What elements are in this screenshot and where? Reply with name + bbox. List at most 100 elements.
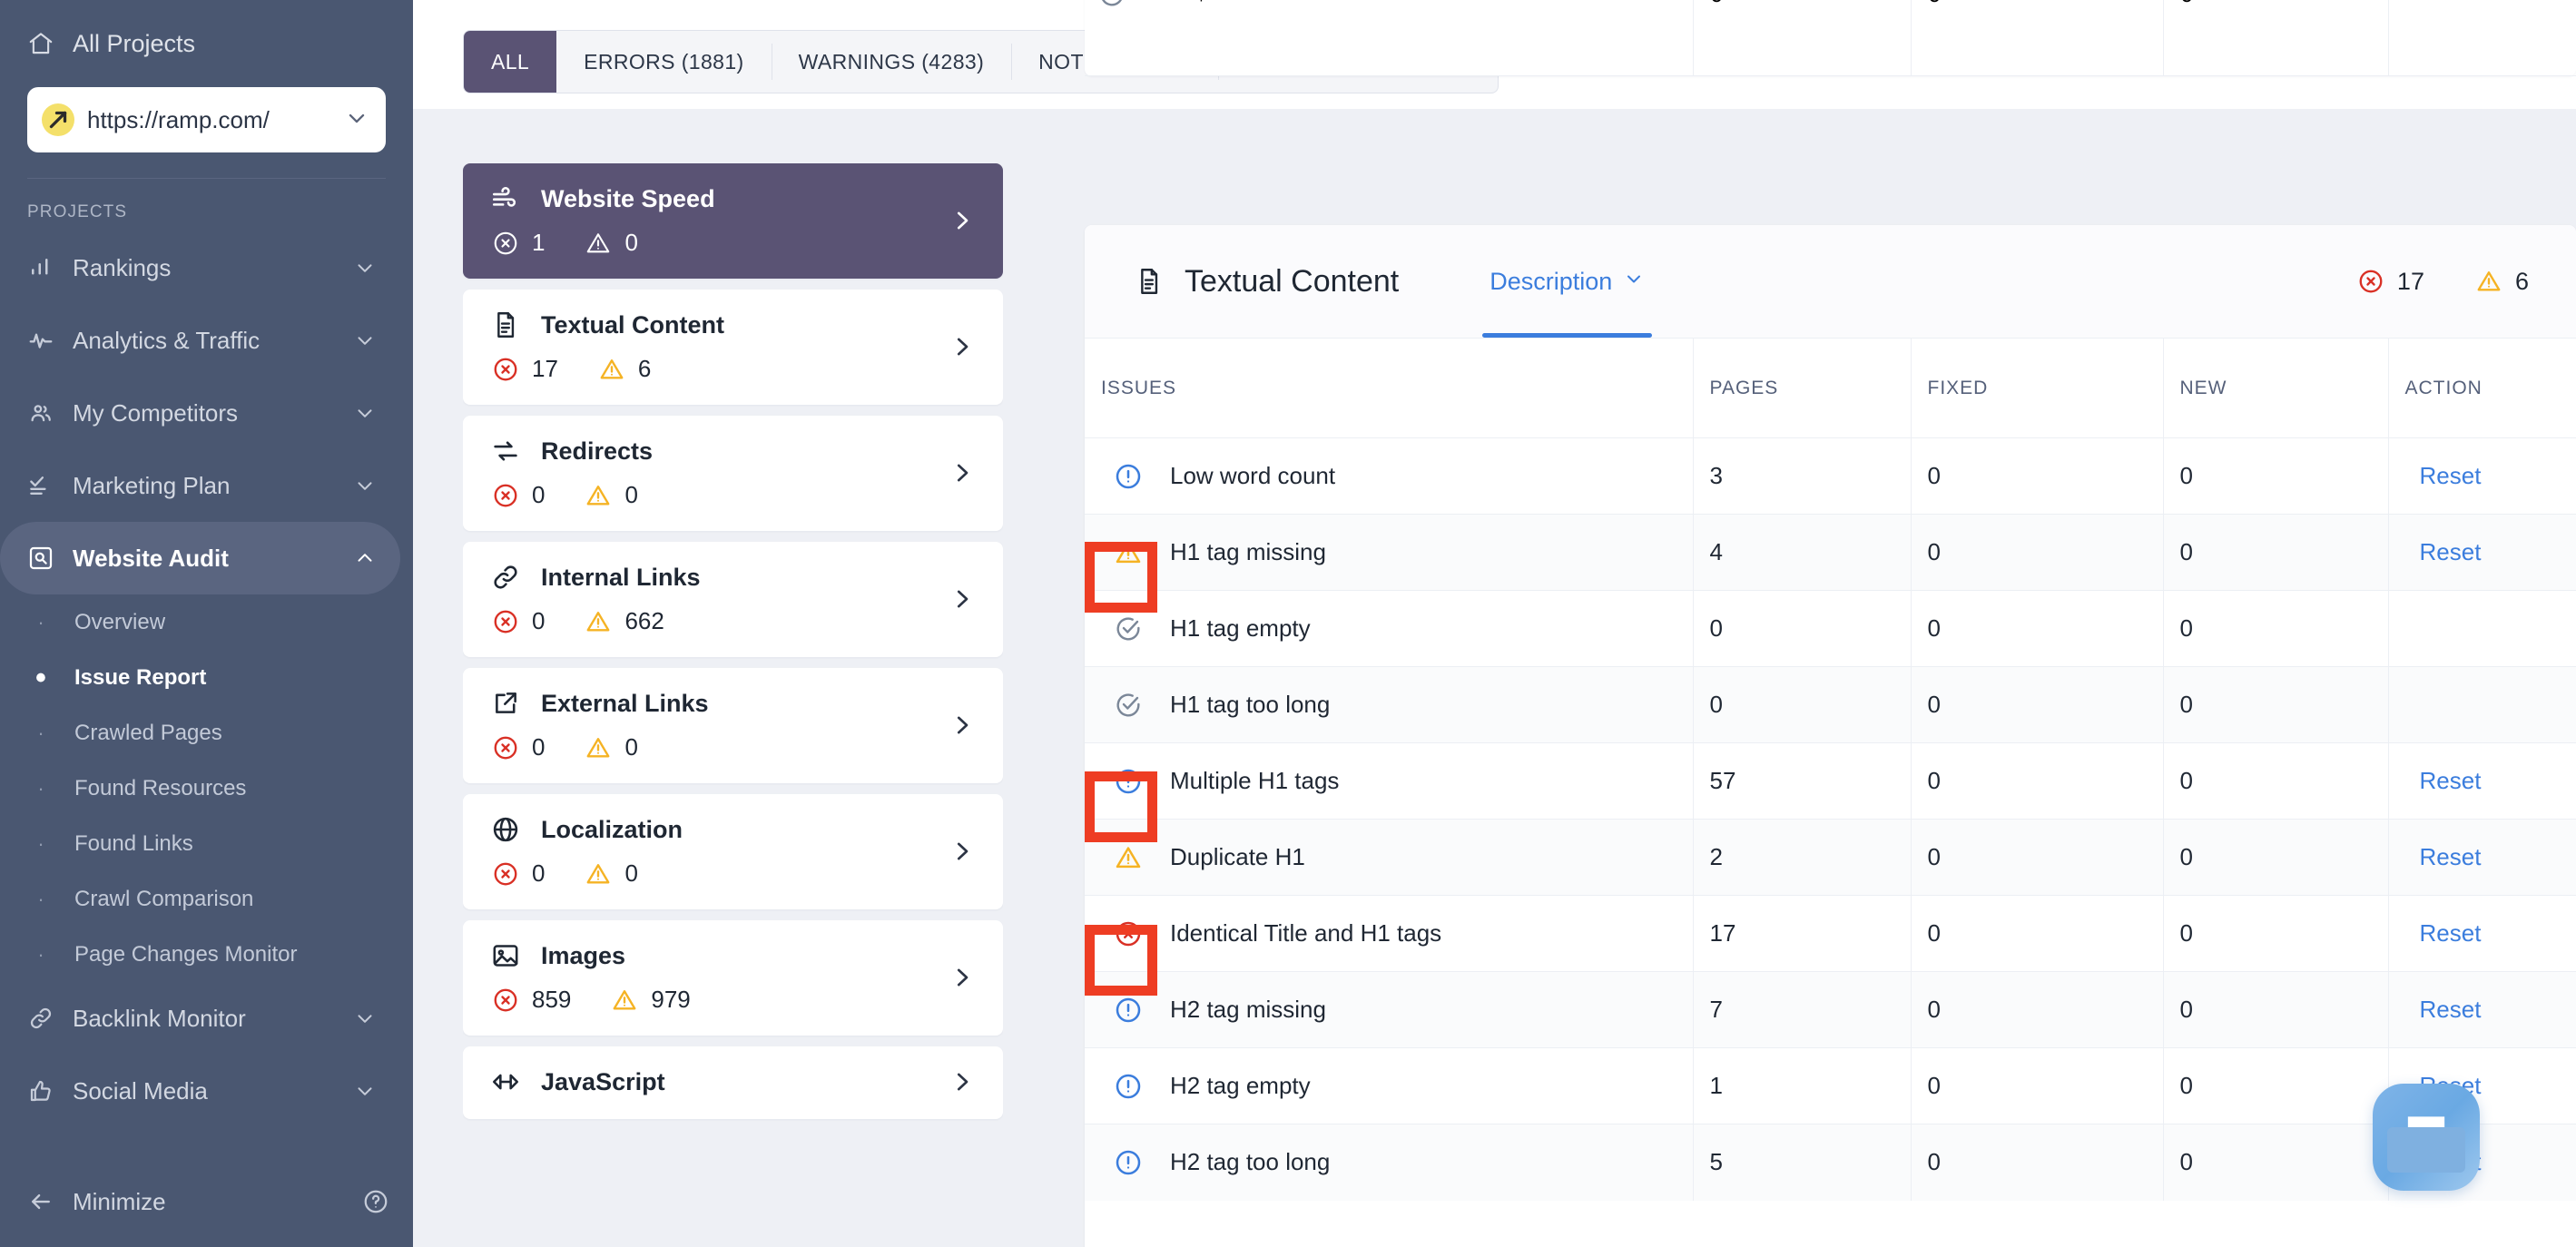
question-circle-icon[interactable] — [362, 1188, 389, 1215]
error-icon — [492, 734, 519, 761]
sidebar-subitem-crawl-comparison[interactable]: · Crawl Comparison — [0, 871, 413, 927]
table-row[interactable]: Duplicate H1 2 0 0 Reset — [1085, 819, 2576, 896]
project-avatar-icon — [42, 103, 74, 136]
error-icon — [492, 987, 519, 1014]
reset-button[interactable]: Reset — [2405, 462, 2482, 489]
issue-inner: Duplicate H1 — [1101, 843, 1693, 872]
pages-cell: 17 — [1693, 895, 1912, 972]
issue-label: H2 tag empty — [1170, 1072, 1311, 1099]
issue-label: H1 tag too long — [1170, 691, 1331, 718]
reset-button[interactable]: Reset — [2405, 538, 2482, 565]
reset-button[interactable]: Reset — [2405, 767, 2482, 794]
sidebar-subitem-crawled-pages[interactable]: · Crawled Pages — [0, 705, 413, 761]
tab-description[interactable]: Description — [1482, 225, 1653, 338]
warning-icon — [1114, 538, 1143, 567]
sidebar-section-label: PROJECTS — [27, 202, 128, 221]
table-row[interactable]: H1 tag missing 4 0 0 Reset — [1085, 514, 2576, 591]
sidebar-item-label: Backlink Monitor — [73, 1004, 246, 1032]
col-issues[interactable]: ISSUES — [1085, 338, 1694, 438]
category-card-javascript[interactable]: JavaScript — [463, 1046, 1003, 1119]
passed-icon — [1097, 0, 1126, 9]
tab-all[interactable]: ALL — [464, 31, 557, 93]
category-warning-count: 0 — [585, 481, 638, 509]
sidebar-subitem-overview[interactable]: · Overview — [0, 594, 413, 650]
count-value: 17 — [532, 355, 558, 382]
category-card-images[interactable]: Images 859 979 — [463, 920, 1003, 1036]
reset-button[interactable]: Reset — [2405, 843, 2482, 870]
project-selector[interactable]: https://ramp.com/ — [27, 87, 386, 152]
app-root: All Projects https://ramp.com/ PROJECTS — [0, 0, 2576, 1247]
action-cell: Reset — [2388, 437, 2576, 515]
sidebar-subitem-page-changes-monitor[interactable]: · Page Changes Monitor — [0, 927, 413, 982]
issue-cell: Uncompressed content — [1085, 0, 1693, 9]
action-cell: Reset — [2388, 514, 2576, 591]
table-row[interactable]: Identical Title and H1 tags 17 0 0 Reset — [1085, 895, 2576, 972]
table-row[interactable]: Uncompressed content 0 0 0 — [1085, 0, 2576, 76]
new-cell: 0 — [2163, 1047, 2389, 1124]
table-row[interactable]: H2 tag missing 7 0 0 Reset — [1085, 971, 2576, 1048]
warning-icon — [2475, 268, 2502, 295]
category-card-localization[interactable]: Localization 0 0 — [463, 794, 1003, 909]
table-row[interactable]: Low word count 3 0 0 Reset — [1085, 437, 2576, 515]
sidebar-subitem-label: Found Links — [74, 830, 193, 856]
chat-widget-button[interactable] — [2373, 1084, 2480, 1191]
table-body: Low word count 3 0 0 Reset H1 tag missin… — [1085, 437, 2576, 1201]
notice-icon — [1114, 1072, 1143, 1101]
table-row[interactable]: Multiple H1 tags 57 0 0 Reset — [1085, 742, 2576, 820]
card-header: Textual Content Description 17 6 — [1085, 225, 2576, 338]
tab-errors[interactable]: ERRORS (1881) — [556, 31, 771, 93]
reset-button[interactable]: Reset — [2405, 996, 2482, 1023]
category-card-website-speed[interactable]: Website Speed 1 0 — [463, 163, 1003, 279]
issue-inner: H2 tag empty — [1101, 1072, 1693, 1101]
table-row[interactable]: H1 tag empty 0 0 0 — [1085, 590, 2576, 667]
issue-label: H2 tag too long — [1170, 1148, 1331, 1176]
category-card-external-links[interactable]: External Links 0 0 — [463, 668, 1003, 783]
sidebar-item-backlink-monitor[interactable]: Backlink Monitor — [0, 982, 400, 1055]
col-pages[interactable]: PAGES — [1693, 338, 1912, 438]
category-card-textual-content[interactable]: Textual Content 17 6 — [463, 290, 1003, 405]
sidebar-all-projects[interactable]: All Projects — [27, 22, 386, 65]
category-title: Internal Links — [541, 563, 701, 591]
category-list[interactable]: Website Speed 1 0 Textual Content 17 6 R… — [463, 163, 1003, 1247]
fixed-cell: 0 — [1911, 819, 2164, 896]
minimize-button[interactable]: Minimize — [27, 1173, 389, 1231]
category-title: Textual Content — [541, 310, 724, 339]
table-row[interactable]: H2 tag empty 1 0 0 Reset — [1085, 1047, 2576, 1124]
category-warning-count: 0 — [585, 859, 638, 888]
sidebar-item-rankings[interactable]: Rankings — [0, 231, 400, 304]
category-title: Website Speed — [541, 184, 715, 212]
sidebar-item-label: Website Audit — [73, 544, 229, 572]
table-row[interactable]: H2 tag too long 5 0 0 Reset — [1085, 1124, 2576, 1201]
issue-cell: Duplicate H1 — [1085, 819, 1694, 896]
reset-button[interactable]: Reset — [2405, 919, 2482, 947]
category-title-row: External Links — [490, 688, 949, 719]
sidebar-subitem-found-resources[interactable]: · Found Resources — [0, 761, 413, 816]
category-error-count: 1 — [492, 229, 545, 257]
issue-inner: Multiple H1 tags — [1101, 767, 1693, 796]
category-card-redirects[interactable]: Redirects 0 0 — [463, 416, 1003, 531]
error-icon — [492, 608, 519, 635]
tab-warnings[interactable]: WARNINGS (4283) — [771, 31, 1012, 93]
fixed-cell: 0 — [1911, 437, 2164, 515]
col-new[interactable]: NEW — [2163, 338, 2389, 438]
sidebar-subitem-issue-report[interactable]: • Issue Report — [0, 650, 413, 705]
notice-icon — [1114, 462, 1143, 491]
thumbs-up-icon — [27, 1077, 54, 1105]
category-title: Localization — [541, 815, 683, 843]
category-title: Images — [541, 941, 626, 969]
sidebar-item-analytics-traffic[interactable]: Analytics & Traffic — [0, 304, 400, 377]
category-card-internal-links[interactable]: Internal Links 0 662 — [463, 542, 1003, 657]
col-fixed[interactable]: FIXED — [1911, 338, 2164, 438]
pages-cell: 1 — [1693, 1047, 1912, 1124]
new-cell: 0 — [2163, 742, 2389, 820]
sidebar-subitem-found-links[interactable]: · Found Links — [0, 816, 413, 871]
sidebar-item-website-audit[interactable]: Website Audit — [0, 522, 400, 594]
sidebar-item-my-competitors[interactable]: My Competitors — [0, 377, 400, 449]
people-icon — [27, 399, 54, 427]
action-cell: Reset — [2388, 895, 2576, 972]
sidebar-item-marketing-plan[interactable]: Marketing Plan — [0, 449, 400, 522]
notice-icon — [1114, 996, 1143, 1025]
issue-inner: Identical Title and H1 tags — [1101, 919, 1693, 948]
sidebar-item-social-media[interactable]: Social Media — [0, 1055, 400, 1127]
table-row[interactable]: H1 tag too long 0 0 0 — [1085, 666, 2576, 743]
